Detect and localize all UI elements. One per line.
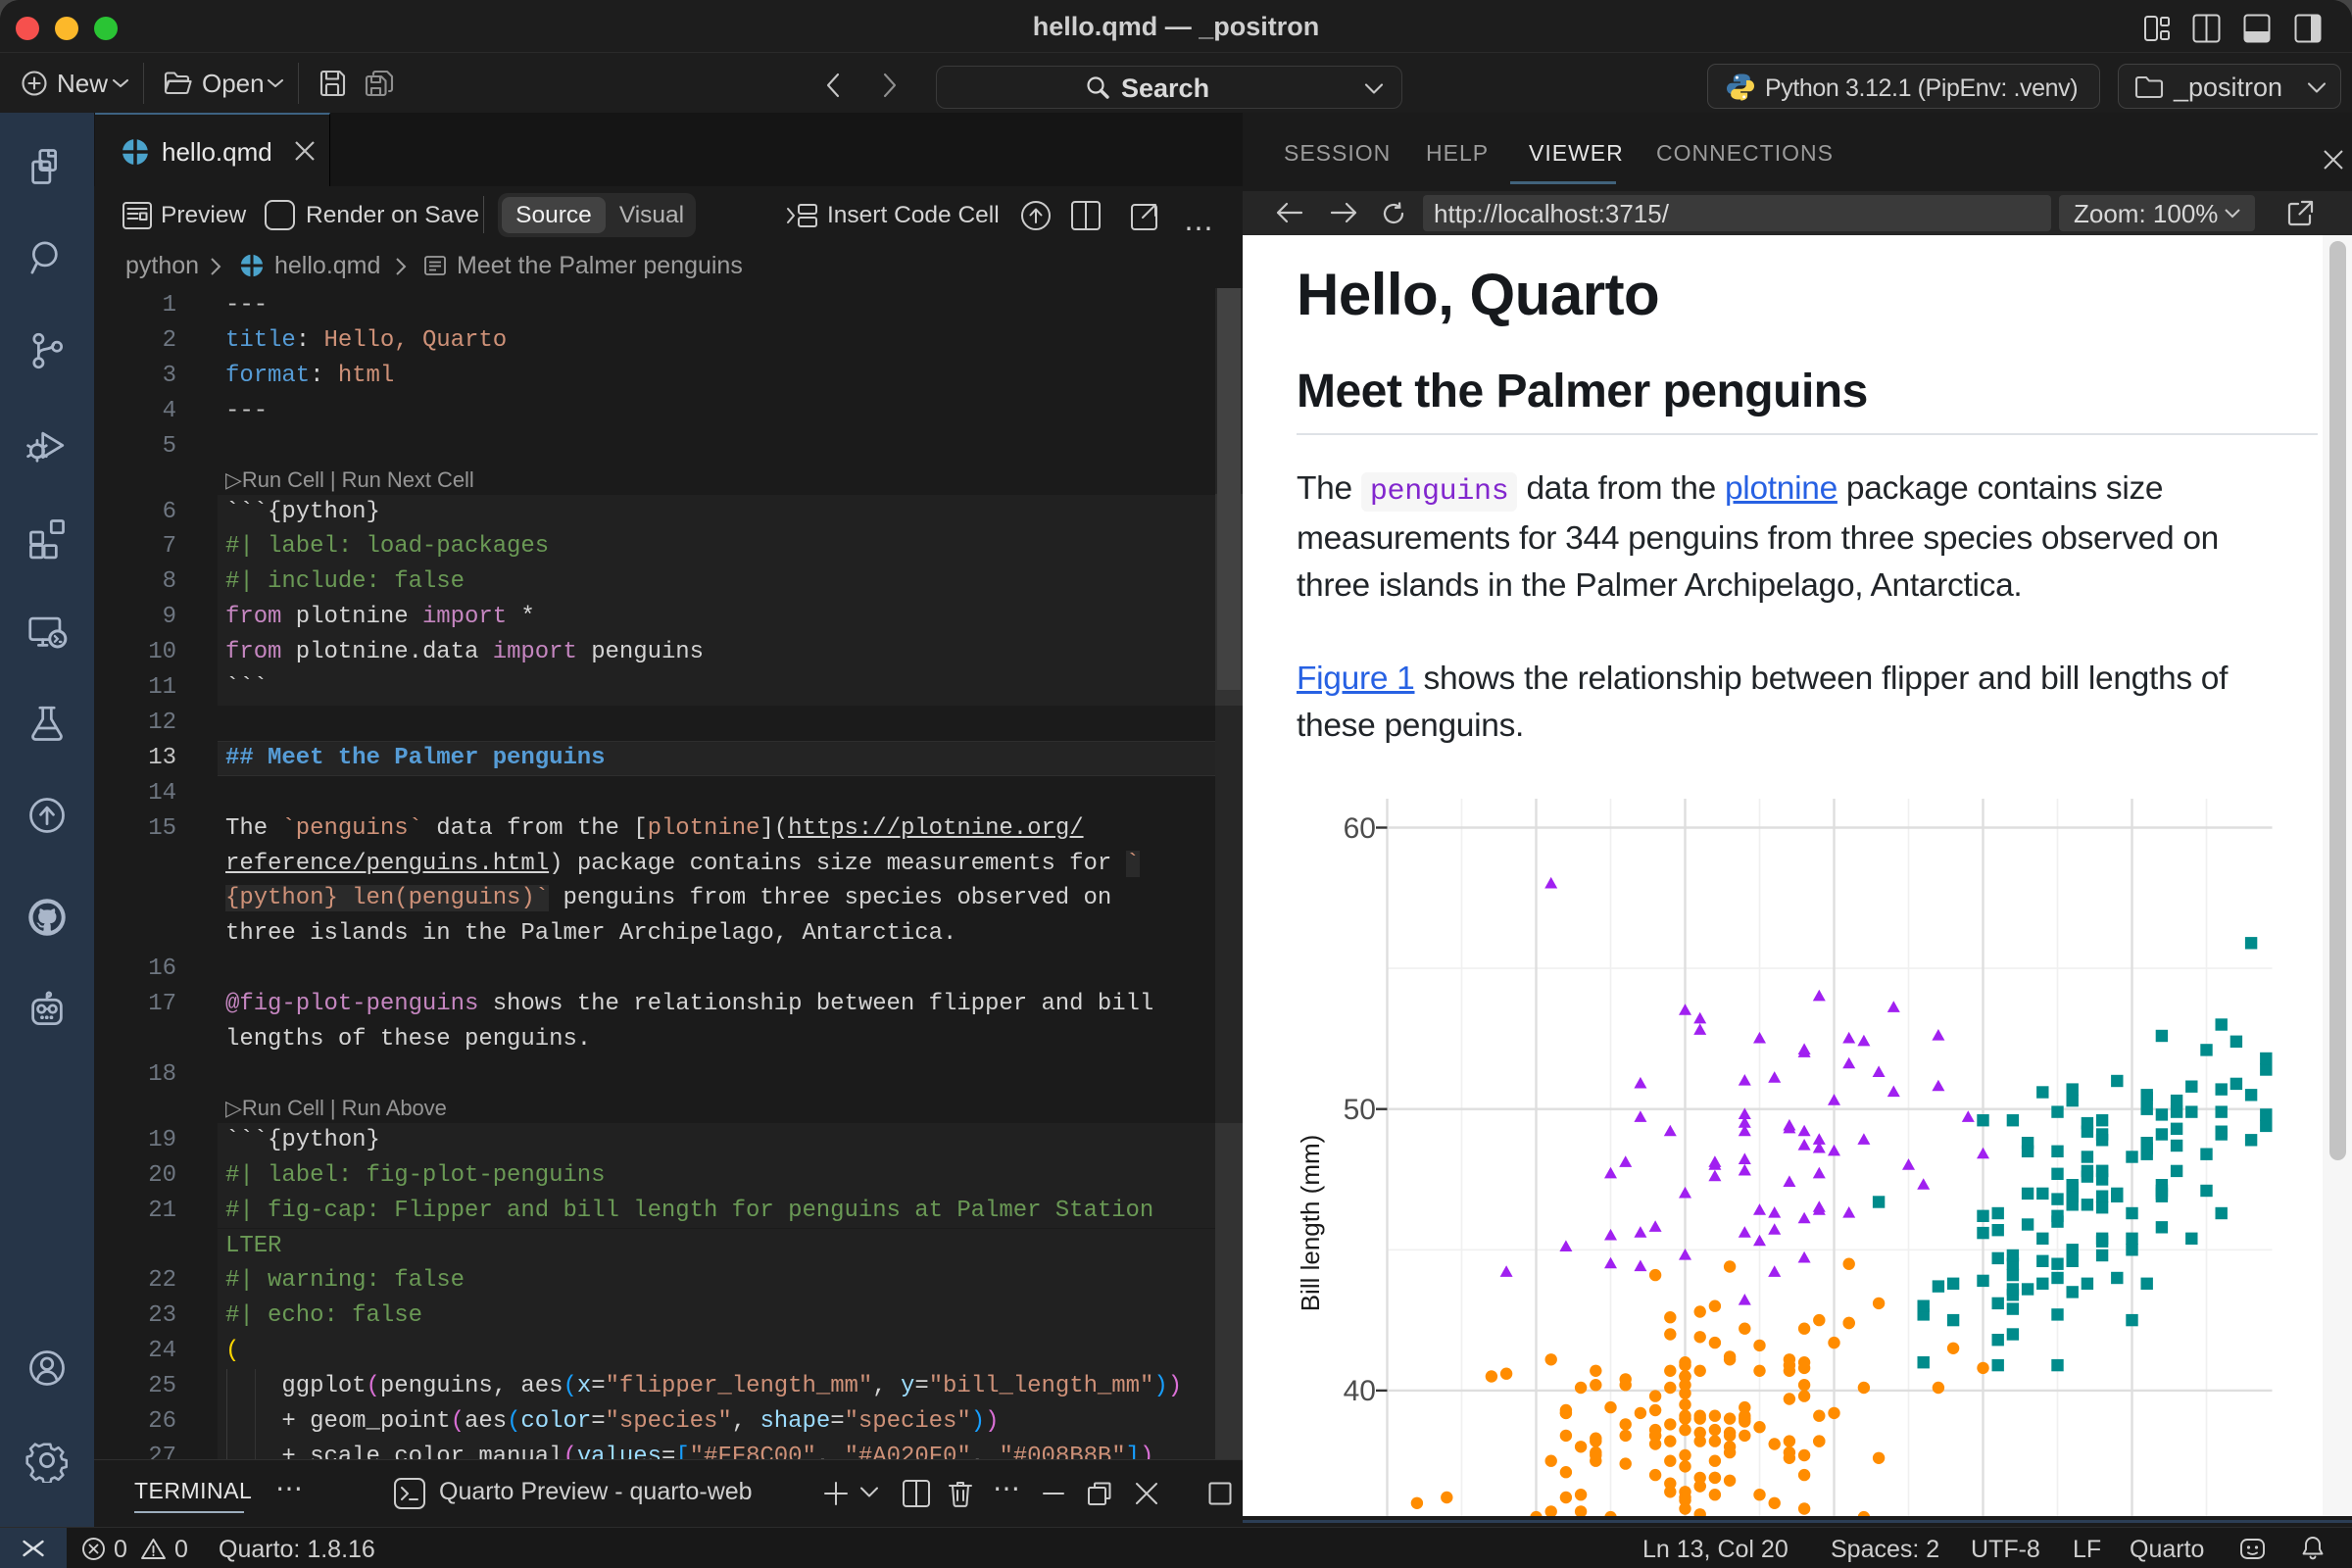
svg-text:50: 50: [1344, 1094, 1376, 1126]
svg-text:Bill length (mm): Bill length (mm): [1296, 1135, 1325, 1312]
svg-text:40: 40: [1344, 1375, 1376, 1407]
svg-text:60: 60: [1344, 812, 1376, 845]
